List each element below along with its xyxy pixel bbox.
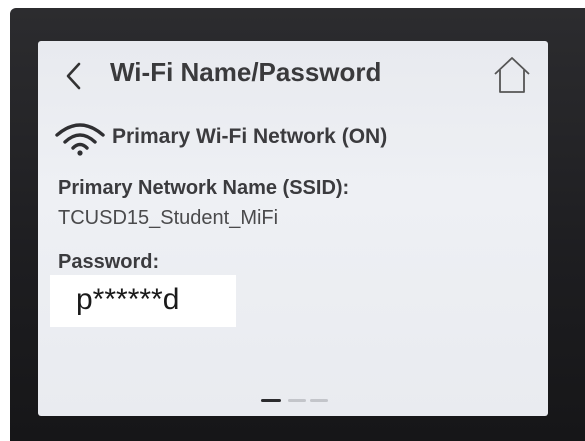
ssid-label: Primary Network Name (SSID): bbox=[58, 177, 350, 199]
wifi-section-title: Primary Wi-Fi Network (ON) bbox=[112, 125, 388, 148]
page-dot-active bbox=[261, 399, 281, 402]
page-title: Wi-Fi Name/Password bbox=[110, 57, 382, 87]
chevron-left-icon bbox=[66, 62, 81, 90]
page-dot bbox=[288, 399, 306, 402]
password-value: p******d bbox=[76, 283, 180, 316]
password-label: Password: bbox=[58, 251, 160, 273]
page-indicator bbox=[38, 399, 548, 405]
device-screen: Wi-Fi Name/Password Primary Wi-Fi Networ… bbox=[38, 41, 548, 416]
home-button[interactable] bbox=[492, 55, 532, 95]
ssid-value: TCUSD15_Student_MiFi bbox=[58, 207, 279, 229]
primary-wifi-row[interactable]: Primary Wi-Fi Network (ON) bbox=[54, 121, 524, 156]
home-icon bbox=[494, 57, 530, 93]
title-bar: Wi-Fi Name/Password bbox=[38, 41, 548, 111]
wifi-icon bbox=[55, 123, 105, 156]
back-button[interactable] bbox=[60, 59, 90, 93]
password-field[interactable]: p******d bbox=[50, 275, 236, 327]
page-dot bbox=[310, 399, 328, 402]
